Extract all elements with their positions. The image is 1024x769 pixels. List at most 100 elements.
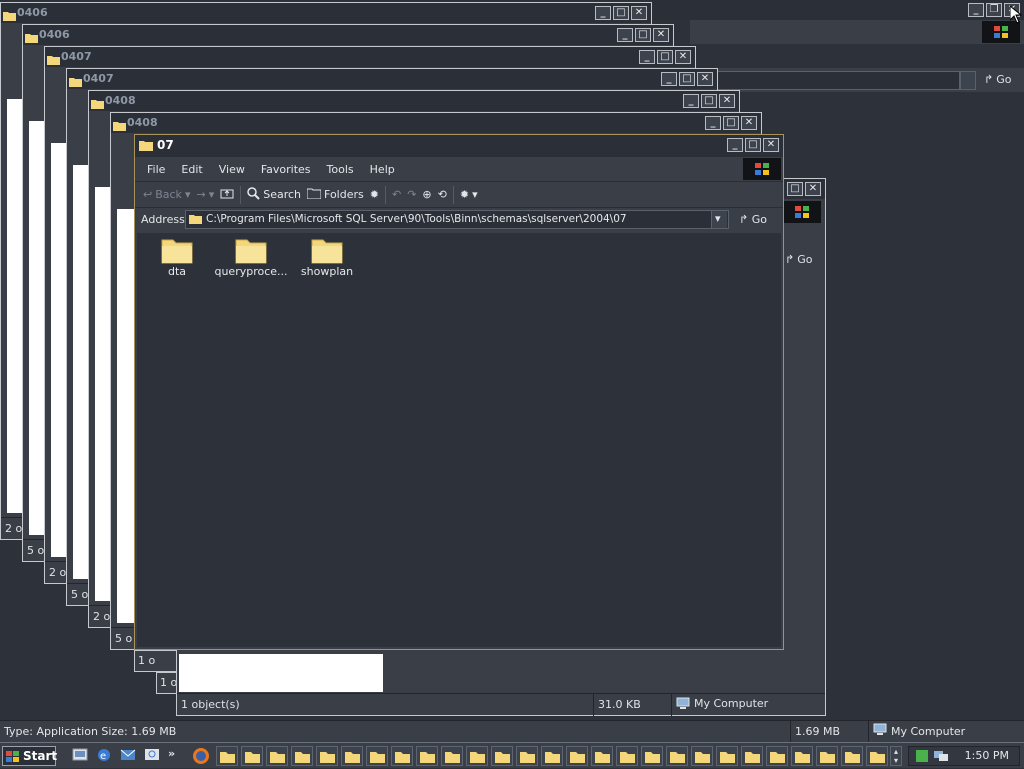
taskbar-window-button[interactable] bbox=[216, 746, 238, 766]
right-go-button[interactable]: ↱ Go bbox=[785, 253, 812, 266]
menu-file[interactable]: File bbox=[139, 163, 173, 176]
show-desktop-icon[interactable] bbox=[72, 747, 88, 766]
close-button[interactable]: ✕ bbox=[741, 116, 757, 130]
close-button[interactable]: ✕ bbox=[763, 138, 779, 152]
top-window-addressbar: ↱ Go bbox=[712, 68, 1024, 92]
top-restore-button[interactable]: ❐ bbox=[986, 3, 1002, 17]
maximize-button[interactable]: □ bbox=[679, 72, 695, 86]
views-icon: ✹ bbox=[459, 188, 470, 201]
top-address-dropdown[interactable] bbox=[960, 71, 976, 90]
taskbar-window-button[interactable] bbox=[266, 746, 288, 766]
up-folder-button[interactable] bbox=[220, 187, 234, 202]
right-close-button[interactable]: ✕ bbox=[805, 182, 821, 196]
taskbar-window-button[interactable] bbox=[716, 746, 738, 766]
maximize-button[interactable]: □ bbox=[723, 116, 739, 130]
file-item-showplan[interactable]: showplan bbox=[287, 235, 367, 278]
taskbar-window-button[interactable] bbox=[291, 746, 313, 766]
maximize-button[interactable]: □ bbox=[613, 6, 629, 20]
taskbar-window-button[interactable] bbox=[366, 746, 388, 766]
redo-button[interactable]: ↷ bbox=[407, 188, 416, 201]
minimize-button[interactable]: _ bbox=[639, 50, 655, 64]
minimize-button[interactable]: _ bbox=[617, 28, 633, 42]
views-button[interactable]: ✹ ▾ bbox=[460, 188, 478, 201]
clock[interactable]: 1:50 PM bbox=[965, 749, 1009, 762]
go-button[interactable]: ↱ Go bbox=[739, 213, 767, 226]
top-address-field[interactable] bbox=[712, 71, 960, 90]
minimize-button[interactable]: _ bbox=[727, 138, 743, 152]
taskbar-window-button[interactable] bbox=[741, 746, 763, 766]
taskbar-window-button[interactable] bbox=[791, 746, 813, 766]
taskbar-window-button[interactable] bbox=[416, 746, 438, 766]
explorer-search-icon[interactable] bbox=[144, 747, 160, 766]
menu-favorites[interactable]: Favorites bbox=[253, 163, 319, 176]
sync-button[interactable]: ⟲ bbox=[438, 188, 447, 201]
tray-network-icon[interactable] bbox=[933, 749, 949, 769]
taskbar-window-button[interactable] bbox=[491, 746, 513, 766]
tray-app-icon[interactable] bbox=[915, 749, 929, 769]
taskbar-window-button[interactable] bbox=[616, 746, 638, 766]
address-bar: Address C:\Program Files\Microsoft SQL S… bbox=[135, 207, 783, 231]
maximize-button[interactable]: □ bbox=[701, 94, 717, 108]
taskbar-window-button[interactable] bbox=[866, 746, 888, 766]
minimize-button[interactable]: _ bbox=[661, 72, 677, 86]
menu-view[interactable]: View bbox=[211, 163, 253, 176]
maximize-button[interactable]: □ bbox=[745, 138, 761, 152]
taskbar-window-button[interactable] bbox=[816, 746, 838, 766]
minimize-button[interactable]: _ bbox=[595, 6, 611, 20]
close-button[interactable]: ✕ bbox=[631, 6, 647, 20]
right-maximize-button[interactable]: □ bbox=[787, 182, 803, 196]
up-folder-icon bbox=[220, 187, 234, 202]
undo-button[interactable]: ↶ bbox=[392, 188, 401, 201]
address-dropdown[interactable]: ▾ bbox=[711, 211, 727, 228]
taskbar-window-button[interactable] bbox=[466, 746, 488, 766]
taskbar-window-button[interactable] bbox=[566, 746, 588, 766]
main-explorer-window[interactable]: 07 _ □ ✕ File Edit View Favorites Tools … bbox=[134, 134, 784, 650]
forward-arrow-icon: → bbox=[196, 188, 206, 201]
minimize-button[interactable]: _ bbox=[683, 94, 699, 108]
search-button[interactable]: Search bbox=[247, 186, 301, 203]
folders-button[interactable]: Folders bbox=[306, 187, 364, 202]
taskbar-window-button[interactable] bbox=[641, 746, 663, 766]
close-button[interactable]: ✕ bbox=[675, 50, 691, 64]
top-minimize-button[interactable]: _ bbox=[968, 3, 984, 17]
menu-help[interactable]: Help bbox=[362, 163, 403, 176]
taskbar-window-button[interactable] bbox=[341, 746, 363, 766]
file-item-dta[interactable]: dta bbox=[137, 235, 217, 278]
taskbar-window-button[interactable] bbox=[691, 746, 713, 766]
menu-edit[interactable]: Edit bbox=[173, 163, 210, 176]
start-button[interactable]: Start bbox=[2, 746, 57, 766]
back-button[interactable]: ↩ Back ▾ bbox=[143, 188, 190, 201]
close-button[interactable]: ✕ bbox=[719, 94, 735, 108]
history-button[interactable]: ✹ bbox=[370, 188, 379, 201]
top-go-button[interactable]: ↱ Go bbox=[984, 73, 1011, 86]
taskbar-window-button[interactable] bbox=[591, 746, 613, 766]
find-button[interactable]: ⊕ bbox=[422, 188, 431, 201]
taskbar-window-button[interactable] bbox=[241, 746, 263, 766]
quicklaunch-overflow-button[interactable]: » bbox=[168, 747, 175, 760]
menu-tools[interactable]: Tools bbox=[319, 163, 362, 176]
file-item-label: queryproce... bbox=[214, 265, 288, 278]
outlook-express-icon[interactable] bbox=[120, 747, 136, 766]
taskbar-scroll-buttons[interactable]: ▴ ▾ bbox=[890, 746, 902, 766]
taskbar-window-button[interactable] bbox=[766, 746, 788, 766]
search-icon bbox=[247, 186, 260, 203]
firefox-icon[interactable] bbox=[192, 747, 210, 768]
close-button[interactable]: ✕ bbox=[697, 72, 713, 86]
maximize-button[interactable]: □ bbox=[635, 28, 651, 42]
close-button[interactable]: ✕ bbox=[653, 28, 669, 42]
taskbar-window-button[interactable] bbox=[516, 746, 538, 766]
folder-icon bbox=[3, 8, 16, 28]
file-item-queryprocessor[interactable]: queryproce... bbox=[211, 235, 291, 278]
forward-button[interactable]: → ▾ bbox=[196, 188, 214, 201]
taskbar-window-button[interactable] bbox=[541, 746, 563, 766]
taskbar-window-button[interactable] bbox=[666, 746, 688, 766]
taskbar-window-button[interactable] bbox=[391, 746, 413, 766]
folder-icon bbox=[234, 235, 268, 265]
taskbar-window-button[interactable] bbox=[316, 746, 338, 766]
maximize-button[interactable]: □ bbox=[657, 50, 673, 64]
taskbar-window-button[interactable] bbox=[841, 746, 863, 766]
minimize-button[interactable]: _ bbox=[705, 116, 721, 130]
internet-explorer-icon[interactable]: e bbox=[96, 747, 112, 766]
address-input[interactable]: C:\Program Files\Microsoft SQL Server\90… bbox=[185, 210, 729, 229]
taskbar-window-button[interactable] bbox=[441, 746, 463, 766]
